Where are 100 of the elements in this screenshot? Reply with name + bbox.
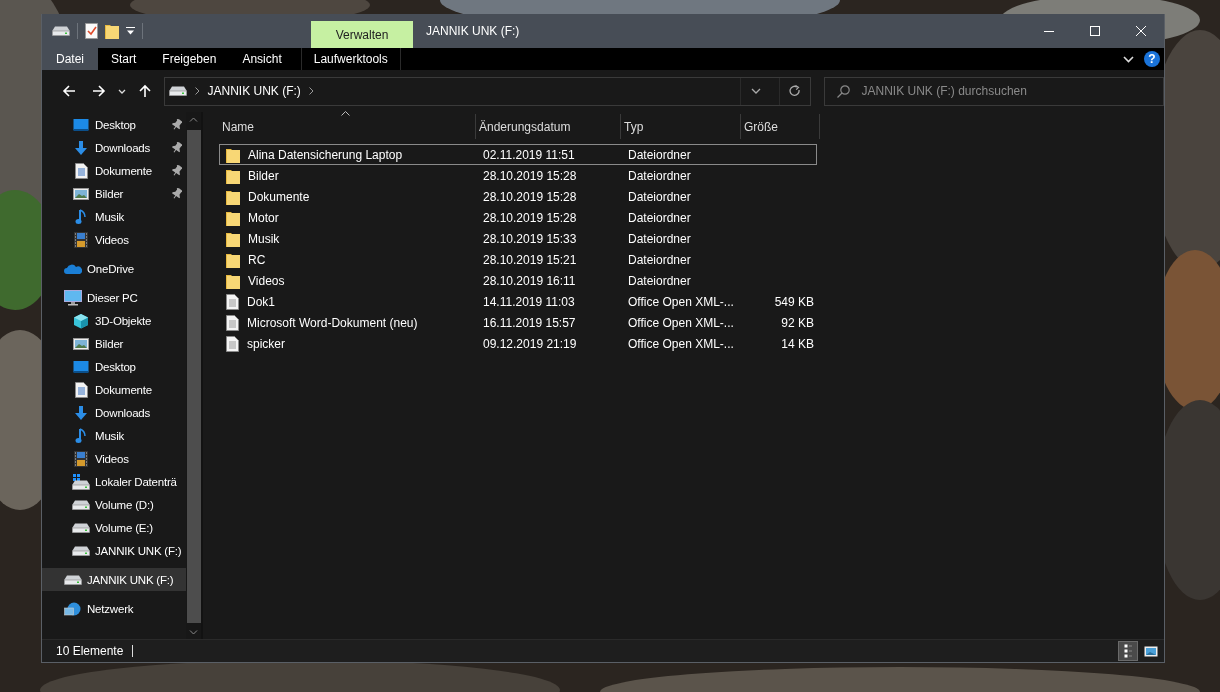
ribbon-tab[interactable]: Freigeben [149, 48, 230, 70]
file-name: Motor [248, 210, 279, 225]
sidebar-item[interactable]: OneDrive [42, 257, 186, 280]
forward-arrow-icon [91, 85, 106, 97]
file-name: spicker [247, 336, 285, 351]
file-row[interactable]: spicker 09.12.2019 21:19 Office Open XML-... 14 KB [219, 333, 817, 354]
sidebar-item[interactable]: Bilder [42, 182, 186, 205]
file-name: Microsoft Word-Dokument (neu) [247, 315, 418, 330]
picture-view-icon [1144, 645, 1158, 657]
sidebar-item[interactable]: Videos [42, 228, 186, 251]
drive-icon [52, 26, 70, 36]
folder-icon [226, 146, 240, 163]
table-cell-text: 02.11.2019 11:51 [482, 147, 576, 162]
file-row[interactable]: Bilder 28.10.2019 15:28 Dateiordner [219, 165, 817, 186]
breadcrumb[interactable]: JANNIK UNK (F:) [207, 84, 301, 98]
sidebar-item[interactable]: Netzwerk [42, 597, 186, 620]
cube-icon [73, 312, 89, 329]
music-note-icon [75, 427, 87, 444]
close-icon [1136, 26, 1146, 36]
document-icon [74, 381, 88, 398]
table-cell-text: Office Open XML-... [627, 336, 735, 351]
table-cell-text: Office Open XML-... [627, 294, 735, 309]
ribbon-tab[interactable]: Laufwerktools [300, 48, 401, 70]
table-cell-text: Dateiordner [627, 231, 692, 246]
table-cell-text: 28.10.2019 15:28 [482, 189, 578, 204]
table-cell-text: Dateiordner [627, 273, 692, 288]
maximize-icon [1090, 26, 1100, 36]
column-header[interactable]: Typ [621, 114, 741, 139]
folder-icon [226, 188, 240, 205]
sidebar-item[interactable]: Dokumente [42, 378, 186, 401]
ribbon-tab[interactable]: Datei [42, 48, 98, 70]
drive-icon [72, 522, 90, 533]
ribbon-tab[interactable]: Start [98, 48, 150, 70]
sidebar-item[interactable]: Dokumente [42, 159, 186, 182]
sidebar-item[interactable]: Videos [42, 447, 186, 470]
search-icon [836, 84, 850, 98]
minimize-icon [1044, 30, 1054, 32]
table-cell-text: Dateiordner [627, 147, 692, 162]
sidebar-item[interactable]: Downloads [42, 401, 186, 424]
file-row[interactable]: Motor 28.10.2019 15:28 Dateiordner [219, 207, 817, 228]
monitor-icon [64, 289, 82, 306]
column-header[interactable]: Name [219, 114, 476, 139]
sidebar-item[interactable]: Lokaler Datenträ [42, 470, 186, 493]
table-cell-text: 28.10.2019 15:28 [482, 168, 578, 183]
sidebar-item[interactable]: Desktop [42, 113, 186, 136]
file-name: RC [248, 252, 266, 267]
sidebar-item[interactable]: Volume (D:) [42, 493, 186, 516]
drive-icon [168, 86, 187, 96]
film-icon [74, 231, 88, 248]
ribbon-tab[interactable]: Ansicht [229, 48, 295, 70]
monitor-icon [73, 359, 89, 374]
table-cell-text: Dateiordner [627, 210, 692, 225]
sidebar-item[interactable]: Musik [42, 205, 186, 228]
file-row[interactable]: RC 28.10.2019 15:21 Dateiordner [219, 249, 817, 270]
sidebar-item[interactable]: JANNIK UNK (F:) [42, 539, 186, 562]
up-arrow-icon [138, 84, 151, 98]
file-row[interactable]: Alina Datensicherung Laptop 02.11.2019 11:51 Dateiordner [219, 144, 817, 165]
file-row[interactable]: Microsoft Word-Dokument (neu) 16.11.2019 15:57 Office Open XML-... 92 KB [219, 312, 817, 333]
help-button[interactable]: ? [1144, 51, 1160, 67]
scrollbar-thumb[interactable] [186, 130, 201, 623]
search-field[interactable]: JANNIK UNK (F:) durchsuchen [823, 76, 1164, 106]
file-row[interactable]: Dokumente 28.10.2019 15:28 Dateiordner [219, 186, 817, 207]
file-row[interactable]: Videos 28.10.2019 16:11 Dateiordner [219, 270, 817, 291]
drive-icon [72, 499, 90, 510]
file-icon [226, 293, 239, 310]
file-row[interactable]: Musik 28.10.2019 15:33 Dateiordner [219, 228, 817, 249]
window-title: JANNIK UNK (F:) [426, 24, 520, 38]
view-button[interactable] [1118, 641, 1138, 661]
table-cell-text: 549 KB [773, 294, 814, 309]
sidebar-item[interactable]: Bilder [42, 332, 186, 355]
caret-icon [750, 88, 761, 94]
file-name: Alina Datensicherung Laptop [248, 147, 403, 162]
document-icon [74, 162, 88, 179]
download-arrow-icon [73, 404, 89, 421]
sidebar-item[interactable]: Musik [42, 424, 186, 447]
sidebar-item[interactable]: Downloads [42, 136, 186, 159]
chevron-right-icon [308, 87, 314, 95]
table-cell-text: 09.12.2019 21:19 [482, 336, 578, 351]
item-count: 10 Elemente [56, 644, 124, 658]
table-cell-text: 28.10.2019 15:28 [482, 210, 578, 225]
table-cell-text: 92 KB [780, 315, 814, 330]
sidebar-item[interactable]: Desktop [42, 355, 186, 378]
file-name: Dok1 [247, 294, 275, 309]
table-cell-text: 28.10.2019 15:33 [482, 231, 578, 246]
sidebar-item[interactable]: Volume (E:) [42, 516, 186, 539]
scroll-down-icon [189, 629, 198, 635]
column-header[interactable]: Änderungsdatum [476, 114, 621, 139]
column-header[interactable]: Größe [741, 114, 820, 139]
collapse-chevron-icon [1123, 55, 1134, 63]
file-name: Bilder [248, 168, 279, 183]
table-cell-text: 14 KB [780, 336, 814, 351]
address-bar[interactable]: JANNIK UNK (F:) [163, 76, 811, 106]
sidebar-item[interactable]: JANNIK UNK (F:) [42, 568, 186, 591]
table-cell-text: Dateiordner [627, 252, 692, 267]
sidebar-item[interactable]: 3D-Objekte [42, 309, 186, 332]
drive-icon [72, 473, 90, 490]
folder-icon [226, 209, 240, 226]
chevron-right-icon [194, 87, 200, 95]
sidebar-item[interactable]: Dieser PC [42, 286, 186, 309]
file-row[interactable]: Dok1 14.11.2019 11:03 Office Open XML-... 549 KB [219, 291, 817, 312]
